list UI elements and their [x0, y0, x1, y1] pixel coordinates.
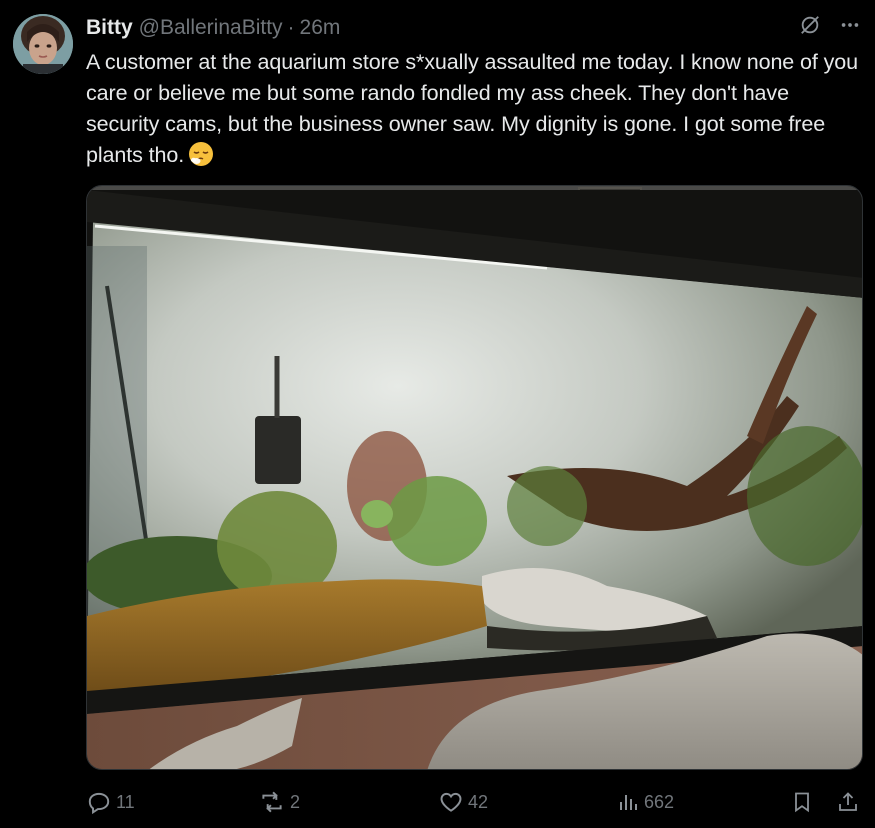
repost-icon	[258, 789, 286, 815]
bookmark-button[interactable]	[790, 786, 814, 818]
reply-count: 11	[116, 791, 135, 812]
repost-button[interactable]: 2	[258, 786, 300, 818]
like-count: 42	[468, 791, 489, 812]
display-name[interactable]: Bitty	[86, 16, 133, 40]
timestamp[interactable]: 26m	[300, 16, 341, 40]
tweet-text: A customer at the aquarium store s*xuall…	[86, 47, 866, 171]
reply-button[interactable]: 11	[86, 786, 135, 818]
tweet: Bitty @BallerinaBitty · 26m A customer a…	[0, 0, 875, 828]
action-bar: 11 2 42 662	[86, 786, 863, 818]
bookmark-icon	[790, 789, 814, 815]
view-count: 662	[644, 791, 675, 812]
reply-icon	[86, 789, 112, 815]
share-button[interactable]	[836, 786, 860, 818]
user-handle[interactable]: @BallerinaBitty	[139, 16, 283, 40]
more-icon[interactable]	[839, 14, 861, 36]
like-icon	[438, 789, 464, 815]
avatar[interactable]	[13, 14, 73, 74]
top-actions	[799, 14, 861, 36]
grok-slash-icon[interactable]	[799, 14, 821, 36]
views-icon	[616, 790, 640, 814]
repost-count: 2	[290, 791, 301, 812]
separator-dot: ·	[287, 16, 295, 39]
views-button[interactable]: 662	[616, 786, 674, 818]
aquarium-photo[interactable]	[86, 185, 863, 770]
tweet-header: Bitty @BallerinaBitty · 26m	[86, 16, 340, 42]
share-icon	[836, 789, 860, 815]
like-button[interactable]: 42	[438, 786, 488, 818]
face-exhaling-emoji	[188, 141, 214, 167]
